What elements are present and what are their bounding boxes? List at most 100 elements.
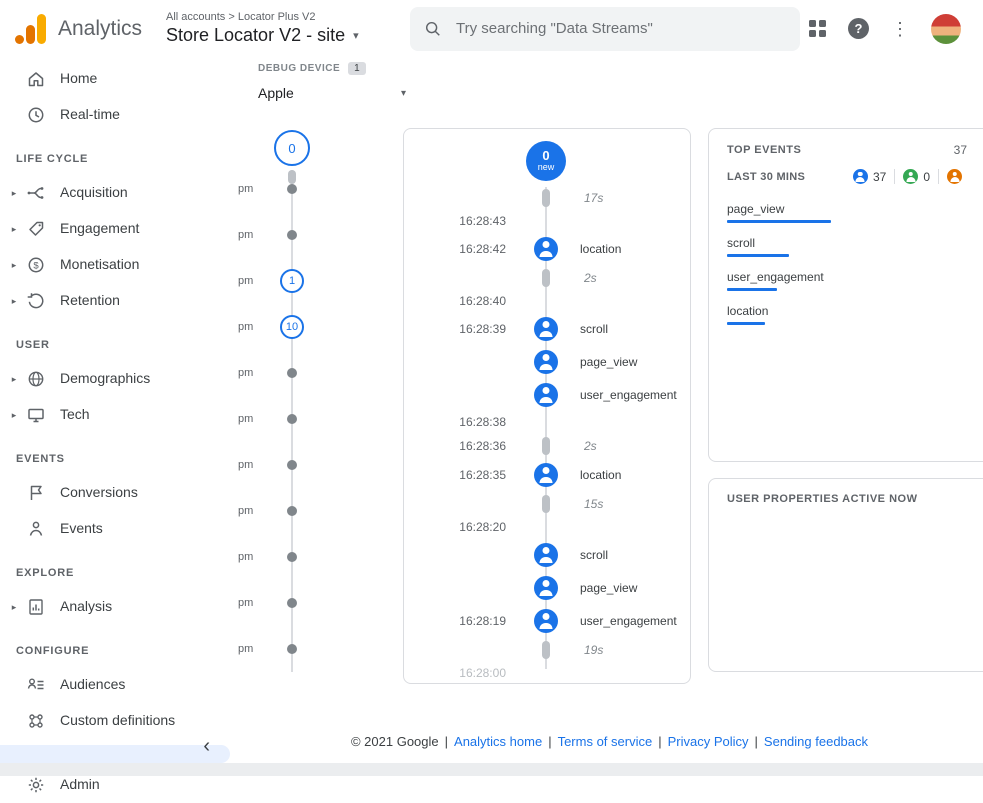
minute-dot [287, 414, 297, 424]
audiences-icon [26, 675, 46, 695]
sidebar-item-acquisition[interactable]: ▸ Acquisition [0, 175, 236, 211]
stream-row[interactable]: 16:28:35 location [404, 458, 690, 491]
minute-row[interactable]: pm [236, 534, 360, 580]
stream-row[interactable]: 16:28:19 user_engagement [404, 604, 690, 637]
minute-row[interactable]: pm [236, 580, 360, 626]
footer-link[interactable]: Privacy Policy [668, 734, 749, 749]
stream-node [520, 641, 572, 659]
sidebar-section-explore: EXPLORE [0, 547, 236, 589]
more-menu-icon[interactable]: ⋮ [891, 20, 909, 38]
sidebar-item-events[interactable]: Events [0, 511, 236, 547]
minute-row[interactable]: pm [236, 166, 360, 212]
event-name[interactable]: page_view [580, 355, 637, 369]
minute-row[interactable]: pm 10 [236, 304, 360, 350]
seconds-stream-panel: 0 new 17s 16:28:43 [403, 128, 691, 684]
stream-row[interactable]: 19s [404, 637, 690, 662]
stream-row[interactable]: 15s [404, 491, 690, 516]
footer-link[interactable]: Sending feedback [764, 734, 868, 749]
expand-arrow-icon: ▸ [8, 188, 20, 199]
stream-row[interactable]: page_view [404, 571, 690, 604]
stream-row[interactable]: user_engagement [404, 378, 690, 411]
sidebar-item-selected[interactable] [0, 745, 230, 763]
footer-separator: | [658, 734, 661, 749]
copyright: © 2021 Google [351, 734, 439, 749]
minute-time-label: pm [236, 413, 264, 425]
stream-row[interactable]: 16:28:43 [404, 210, 690, 232]
sidebar-item-engagement[interactable]: ▸ Engagement [0, 211, 236, 247]
footer-link[interactable]: Terms of service [558, 734, 653, 749]
sidebar-item-conversions[interactable]: Conversions [0, 475, 236, 511]
analysis-icon [26, 597, 46, 617]
debug-user-icon [534, 463, 558, 487]
minute-time-label: pm [236, 643, 264, 655]
sidebar-item-monetisation[interactable]: ▸ Monetisation [0, 247, 236, 283]
stream-row[interactable]: 17s [404, 185, 690, 210]
event-name[interactable]: page_view [580, 581, 637, 595]
top-event-row[interactable]: scroll [727, 236, 967, 257]
events-icon [26, 519, 46, 539]
minute-node [264, 230, 320, 240]
sidebar-section-configure: CONFIGURE [0, 625, 236, 667]
acquisition-icon [26, 183, 46, 203]
retention-icon [26, 291, 46, 311]
breadcrumb[interactable]: All accounts > Locator Plus V2 [166, 11, 396, 23]
event-name[interactable]: user_engagement [580, 388, 677, 402]
stream-row[interactable]: 16:28:38 [404, 411, 690, 433]
minute-row[interactable]: pm [236, 212, 360, 258]
sidebar-item-demographics[interactable]: ▸ Demographics [0, 361, 236, 397]
debug-device-select[interactable]: Apple ▾ [258, 85, 406, 101]
event-name[interactable]: location [580, 468, 621, 482]
top-event-row[interactable]: page_view [727, 202, 967, 223]
analytics-logo[interactable]: Analytics [0, 14, 150, 44]
stream-row[interactable]: 16:28:36 2s [404, 433, 690, 458]
expand-arrow-icon: ▸ [8, 602, 20, 613]
event-name[interactable]: location [580, 242, 621, 256]
footer-link[interactable]: Analytics home [454, 734, 542, 749]
sidebar-item-real-time[interactable]: Real-time [0, 97, 236, 133]
event-name[interactable]: scroll [580, 322, 608, 336]
minutes-current-count[interactable]: 0 [274, 130, 310, 166]
stream-timestamp: 16:28:39 [404, 322, 520, 336]
stream-current-count[interactable]: 0 new [526, 141, 566, 181]
stream-row[interactable]: 16:28:39 scroll [404, 312, 690, 345]
minute-row[interactable]: pm [236, 350, 360, 396]
logo-bar-tall [37, 14, 46, 44]
sidebar-item-label: Home [60, 70, 97, 88]
debug-user-icon [534, 237, 558, 261]
sidebar-item-analysis[interactable]: ▸ Analysis [0, 589, 236, 625]
collapse-sidebar-button[interactable]: ‹ [197, 734, 216, 759]
minute-row[interactable]: pm [236, 396, 360, 442]
top-event-row[interactable]: user_engagement [727, 270, 967, 291]
top-event-name: location [727, 304, 967, 318]
event-name[interactable]: user_engagement [580, 614, 677, 628]
avatar[interactable] [931, 14, 961, 44]
stream-timestamp: 16:28:38 [404, 415, 520, 429]
stream-row[interactable]: 16:28:42 location [404, 232, 690, 265]
minute-row[interactable]: pm [236, 442, 360, 488]
search-bar[interactable] [410, 7, 800, 51]
stream-row[interactable]: page_view [404, 345, 690, 378]
minute-row[interactable]: pm 1 [236, 258, 360, 304]
minute-row[interactable]: pm [236, 626, 360, 672]
stream-row[interactable]: 2s [404, 265, 690, 290]
top-events-title: TOP EVENTS [727, 144, 801, 156]
sidebar-item-audiences[interactable]: Audiences [0, 667, 236, 703]
stream-row[interactable]: scroll [404, 538, 690, 571]
search-input[interactable] [454, 19, 786, 38]
app-header: Analytics All accounts > Locator Plus V2… [0, 0, 983, 57]
sidebar-item-retention[interactable]: ▸ Retention [0, 283, 236, 319]
stream-row[interactable]: 16:28:00 [404, 662, 690, 684]
sidebar-items: Home Real-time LIFE CYCLE ▸ Acquisition [0, 61, 236, 739]
apps-grid-icon[interactable] [809, 20, 826, 37]
help-icon[interactable]: ? [848, 18, 869, 39]
sidebar-item-tech[interactable]: ▸ Tech [0, 397, 236, 433]
sidebar-item-home[interactable]: Home [0, 61, 236, 97]
top-event-row[interactable]: location [727, 304, 967, 325]
minute-row[interactable]: pm [236, 488, 360, 534]
property-selector[interactable]: All accounts > Locator Plus V2 Store Loc… [166, 11, 396, 46]
stream-row[interactable]: 16:28:40 [404, 290, 690, 312]
stream-row[interactable]: 16:28:20 [404, 516, 690, 538]
event-name[interactable]: scroll [580, 548, 608, 562]
minute-node: 1 [264, 269, 320, 293]
home-icon [26, 69, 46, 89]
